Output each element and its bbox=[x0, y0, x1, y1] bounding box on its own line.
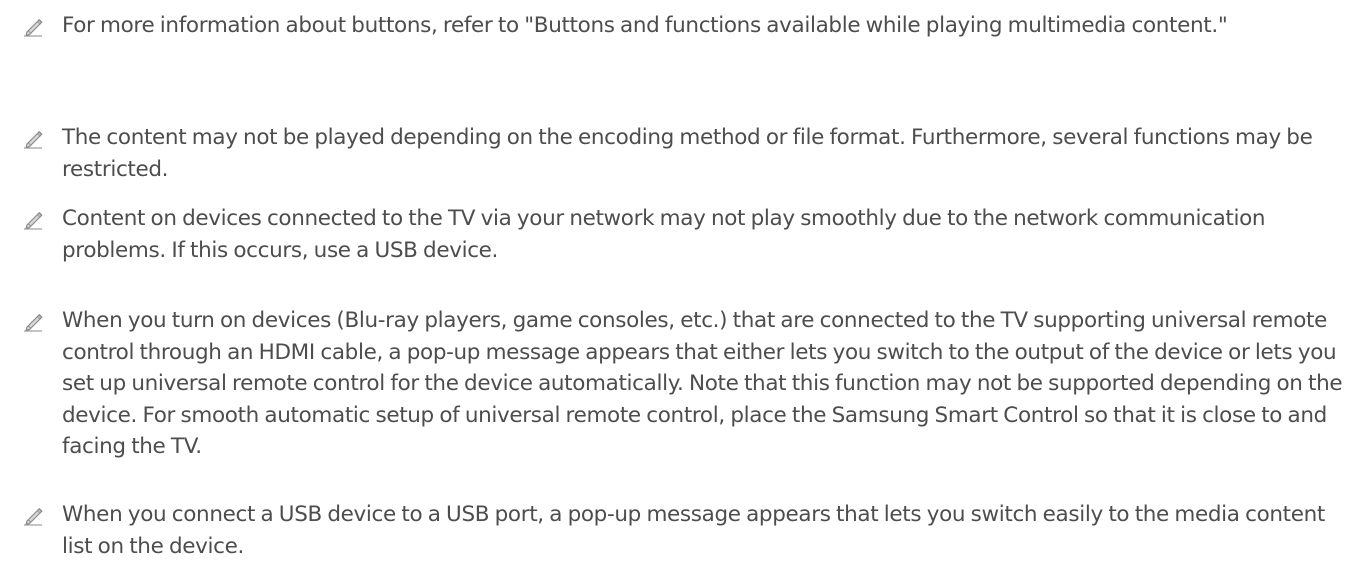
pencil-note-icon bbox=[24, 508, 43, 526]
pencil-note-icon bbox=[24, 314, 43, 332]
note-text: Content on devices connected to the TV v… bbox=[62, 206, 1266, 263]
pencil-note-icon bbox=[24, 131, 43, 149]
note-text: When you connect a USB device to a USB p… bbox=[62, 502, 1325, 559]
pencil-note-icon bbox=[24, 212, 43, 230]
note-text: When you turn on devices (Blu-ray player… bbox=[62, 308, 1343, 459]
note-text: For more information about buttons, refe… bbox=[62, 13, 1228, 38]
note-text: The content may not be played depending … bbox=[62, 125, 1313, 182]
pencil-note-icon bbox=[24, 19, 43, 37]
